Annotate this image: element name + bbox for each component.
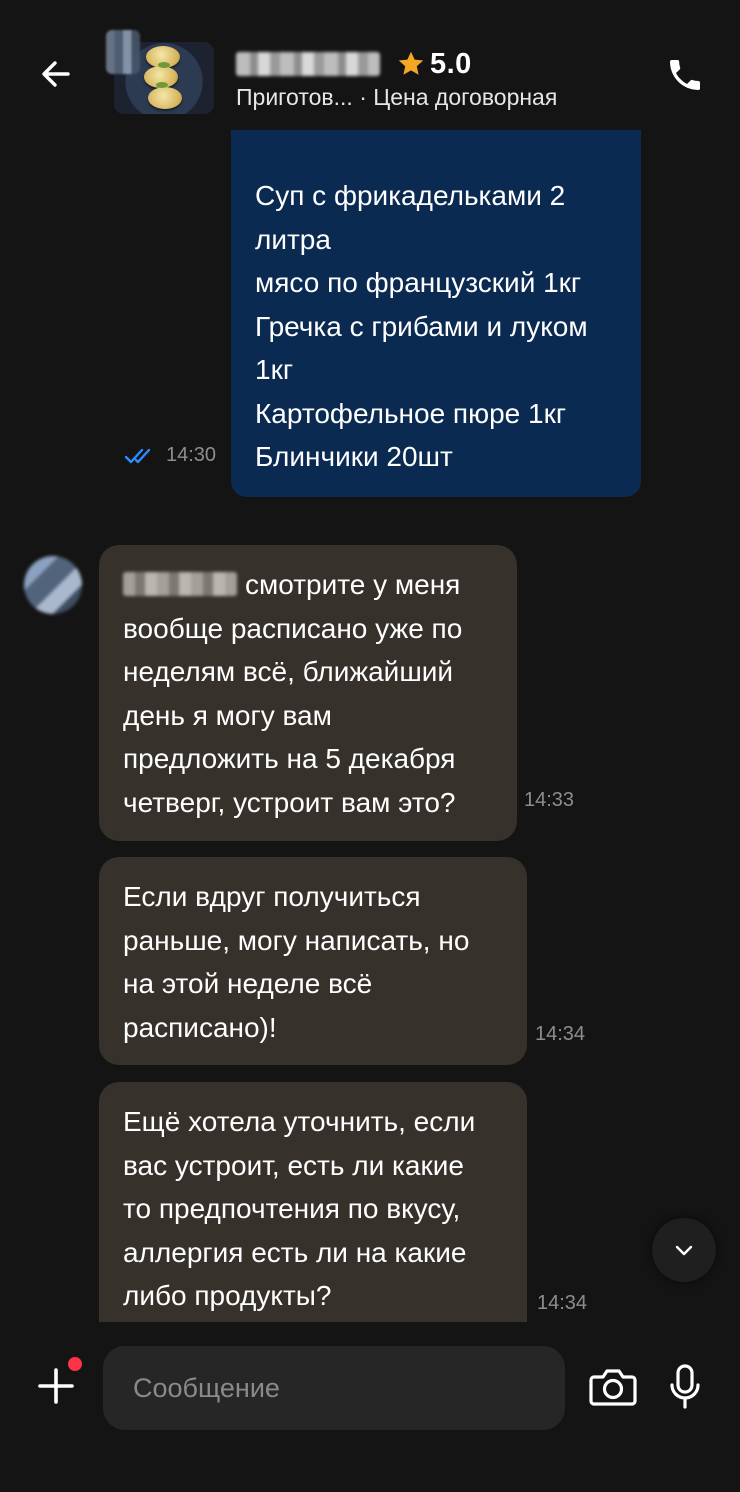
notification-dot (68, 1357, 82, 1371)
message-line: Ещё хотела уточнить, если (123, 1106, 476, 1137)
message-input[interactable] (103, 1346, 565, 1430)
message-line: Блинчики 20шт (255, 441, 453, 472)
message-line: литра (255, 223, 331, 255)
message-time: 14:34 (535, 1023, 586, 1045)
double-check-icon (124, 448, 151, 463)
message-line: 1кг (255, 354, 294, 385)
message-line: вас устроит, есть ли какие (123, 1149, 464, 1181)
message-line: аллергия есть ли на какие (123, 1236, 467, 1268)
rating-value: 5.0 (430, 47, 472, 80)
scroll-to-bottom-button[interactable] (652, 1218, 716, 1282)
camera-icon (589, 1369, 637, 1406)
message-line: на этой неделе всё (123, 968, 373, 999)
peer-avatar-blurred[interactable] (24, 556, 82, 614)
message-line: четверг, устроит вам это? (123, 786, 456, 818)
listing-subtitle[interactable]: Приготов... · Цена договорная (236, 84, 557, 111)
plus-icon (38, 1368, 74, 1404)
message-time: 14:30 (166, 444, 217, 466)
message-line: день я могу вам (123, 699, 332, 731)
message-line: либо продукты? (123, 1280, 332, 1311)
message-line: Гречка с грибами и луком (255, 310, 588, 342)
incoming-message[interactable]: смотрите у меня вообще расписано уже по … (99, 545, 517, 841)
price-label: · Цена договорная (359, 84, 558, 110)
call-button[interactable] (660, 52, 710, 98)
outgoing-message[interactable]: Суп с фрикадельками 2 литра мясо по фран… (231, 124, 641, 497)
message-line: расписано)! (123, 1011, 277, 1043)
message-line: Суп с фрикадельками 2 (255, 180, 566, 211)
listing-title: Приготов... (236, 84, 353, 110)
message-time: 14:34 (537, 1292, 588, 1314)
chevron-down-icon (675, 1245, 693, 1256)
rating: 5.0 (396, 44, 472, 84)
back-button[interactable] (34, 52, 78, 96)
message-line: смотрите у меня (123, 563, 517, 607)
message-time: 14:33 (524, 789, 575, 811)
voice-message-button[interactable] (660, 1360, 710, 1414)
message-line: неделям всё, ближайший (123, 656, 454, 687)
message-line: мясо по французский 1кг (255, 267, 582, 298)
message-line: предложить на 5 декабря (123, 743, 456, 774)
star-icon (398, 51, 424, 75)
back-arrow-icon (42, 61, 70, 87)
addressee-name-blurred (123, 572, 237, 596)
chat-header: 5.0 Приготов... · Цена договорная (0, 0, 740, 130)
microphone-icon (670, 1364, 700, 1409)
message-text: смотрите у меня (245, 569, 461, 600)
message-line: Если вдруг получиться (123, 881, 421, 912)
incoming-message[interactable]: Если вдруг получиться раньше, могу напис… (99, 857, 585, 1065)
message-line: раньше, могу написать, но (123, 924, 470, 956)
phone-icon (670, 60, 700, 90)
message-line: вообще расписано уже по (123, 612, 463, 644)
user-avatar-blurred[interactable] (106, 30, 140, 74)
incoming-message[interactable]: Ещё хотела уточнить, если вас устроит, е… (99, 1082, 587, 1342)
camera-button[interactable] (586, 1362, 640, 1412)
message-line: Картофельное пюре 1кг (255, 397, 567, 429)
contact-name-blurred (236, 52, 380, 76)
message-line: то предпочтения по вкусу, (123, 1193, 461, 1224)
outgoing-message-meta: 14:30 (124, 444, 216, 467)
